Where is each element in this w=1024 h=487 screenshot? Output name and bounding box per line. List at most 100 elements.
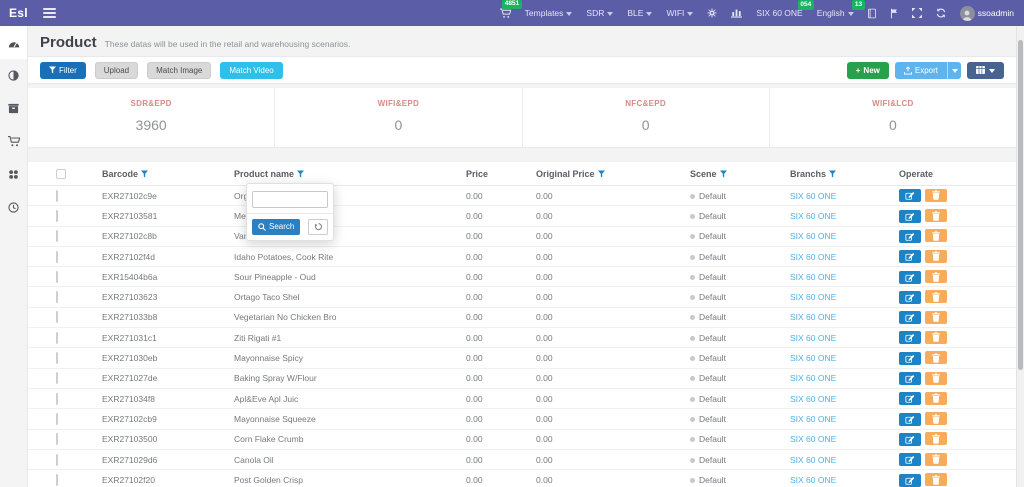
filter-icon[interactable] — [720, 170, 727, 178]
export-button[interactable]: Export — [895, 62, 947, 79]
delete-button[interactable] — [925, 372, 947, 385]
hamburger-menu-icon[interactable] — [43, 8, 56, 18]
filter-icon[interactable] — [598, 170, 605, 178]
sidebar-item-contrast[interactable] — [0, 59, 27, 92]
statistics-button[interactable] — [731, 8, 742, 18]
delete-button[interactable] — [925, 209, 947, 222]
fullscreen-button[interactable] — [912, 8, 922, 18]
branch-link[interactable]: SIX 60 ONE — [790, 231, 836, 241]
new-button[interactable]: + New — [847, 62, 889, 79]
edit-button[interactable] — [899, 331, 921, 344]
nav-wifi[interactable]: WIFI — [666, 8, 693, 18]
match-image-button[interactable]: Match Image — [147, 62, 211, 79]
branch-link[interactable]: SIX 60 ONE — [790, 211, 836, 221]
delete-button[interactable] — [925, 412, 947, 425]
edit-button[interactable] — [899, 210, 921, 223]
edit-button[interactable] — [899, 230, 921, 243]
settings-button[interactable] — [707, 8, 717, 18]
user-menu[interactable]: ssoadmin — [960, 6, 1014, 21]
branch-link[interactable]: SIX 60 ONE — [790, 455, 836, 465]
sidebar-item-modules[interactable] — [0, 158, 27, 191]
branch-link[interactable]: SIX 60 ONE — [790, 292, 836, 302]
refresh-button[interactable] — [936, 8, 946, 18]
edit-button[interactable] — [899, 392, 921, 405]
filter-icon[interactable] — [297, 170, 304, 178]
delete-button[interactable] — [925, 229, 947, 242]
filter-reset-button[interactable] — [308, 219, 328, 235]
branch-link[interactable]: SIX 60 ONE — [790, 272, 836, 282]
upload-button[interactable]: Upload — [95, 62, 138, 79]
language-selector[interactable]: English 13 — [817, 8, 854, 18]
row-checkbox[interactable] — [56, 230, 58, 242]
row-checkbox[interactable] — [56, 190, 58, 202]
filter-search-button[interactable]: Search — [252, 219, 300, 235]
nav-templates[interactable]: Templates — [525, 8, 573, 18]
delete-button[interactable] — [925, 250, 947, 263]
row-checkbox[interactable] — [56, 311, 58, 323]
filter-icon[interactable] — [829, 170, 836, 178]
delete-button[interactable] — [925, 189, 947, 202]
row-checkbox[interactable] — [56, 372, 58, 384]
edit-button[interactable] — [899, 311, 921, 324]
delete-button[interactable] — [925, 290, 947, 303]
filter-button[interactable]: Filter — [40, 62, 86, 79]
edit-button[interactable] — [899, 474, 921, 487]
edit-button[interactable] — [899, 291, 921, 304]
branch-link[interactable]: SIX 60 ONE — [790, 414, 836, 424]
sidebar-item-dashboard[interactable] — [0, 26, 27, 59]
columns-button[interactable] — [967, 62, 1004, 79]
branch-link[interactable]: SIX 60 ONE — [790, 353, 836, 363]
branch-link[interactable]: SIX 60 ONE — [790, 434, 836, 444]
edit-button[interactable] — [899, 250, 921, 263]
store-selector[interactable]: SIX 60 ONE 054 — [756, 8, 802, 18]
branch-link[interactable]: SIX 60 ONE — [790, 475, 836, 485]
sidebar-item-package[interactable] — [0, 92, 27, 125]
filter-search-input[interactable] — [252, 191, 328, 208]
edit-button[interactable] — [899, 413, 921, 426]
delete-button[interactable] — [925, 453, 947, 466]
branch-link[interactable]: SIX 60 ONE — [790, 312, 836, 322]
row-checkbox[interactable] — [56, 251, 58, 263]
row-checkbox[interactable] — [56, 413, 58, 425]
delete-button[interactable] — [925, 473, 947, 486]
cart-button[interactable]: 4851 — [500, 8, 511, 19]
row-checkbox[interactable] — [56, 393, 58, 405]
export-menu-button[interactable] — [947, 62, 961, 79]
row-checkbox[interactable] — [56, 271, 58, 283]
row-checkbox[interactable] — [56, 332, 58, 344]
sidebar-item-clock[interactable] — [0, 191, 27, 224]
row-checkbox[interactable] — [56, 210, 58, 222]
edit-button[interactable] — [899, 433, 921, 446]
row-checkbox[interactable] — [56, 352, 58, 364]
edit-button[interactable] — [899, 189, 921, 202]
branch-link[interactable]: SIX 60 ONE — [790, 252, 836, 262]
docs-button[interactable] — [868, 8, 876, 19]
filter-icon[interactable] — [141, 170, 148, 178]
delete-button[interactable] — [925, 432, 947, 445]
branch-link[interactable]: SIX 60 ONE — [790, 373, 836, 383]
match-video-button[interactable]: Match Video — [220, 62, 282, 79]
vertical-scrollbar[interactable] — [1016, 26, 1024, 487]
sidebar-item-cart-side[interactable] — [0, 125, 27, 158]
row-checkbox[interactable] — [56, 454, 58, 466]
delete-button[interactable] — [925, 392, 947, 405]
delete-button[interactable] — [925, 331, 947, 344]
delete-button[interactable] — [925, 270, 947, 283]
edit-button[interactable] — [899, 453, 921, 466]
flag-button[interactable] — [890, 8, 898, 19]
edit-button[interactable] — [899, 271, 921, 284]
branch-link[interactable]: SIX 60 ONE — [790, 333, 836, 343]
delete-button[interactable] — [925, 311, 947, 324]
select-all-checkbox[interactable] — [56, 169, 66, 179]
nav-sdr[interactable]: SDR — [586, 8, 613, 18]
delete-button[interactable] — [925, 351, 947, 364]
row-checkbox[interactable] — [56, 474, 58, 486]
row-checkbox[interactable] — [56, 433, 58, 445]
edit-button[interactable] — [899, 372, 921, 385]
edit-button[interactable] — [899, 352, 921, 365]
row-checkbox[interactable] — [56, 291, 58, 303]
branch-link[interactable]: SIX 60 ONE — [790, 191, 836, 201]
scrollbar-thumb[interactable] — [1018, 40, 1023, 370]
nav-ble[interactable]: BLE — [627, 8, 652, 18]
branch-link[interactable]: SIX 60 ONE — [790, 394, 836, 404]
